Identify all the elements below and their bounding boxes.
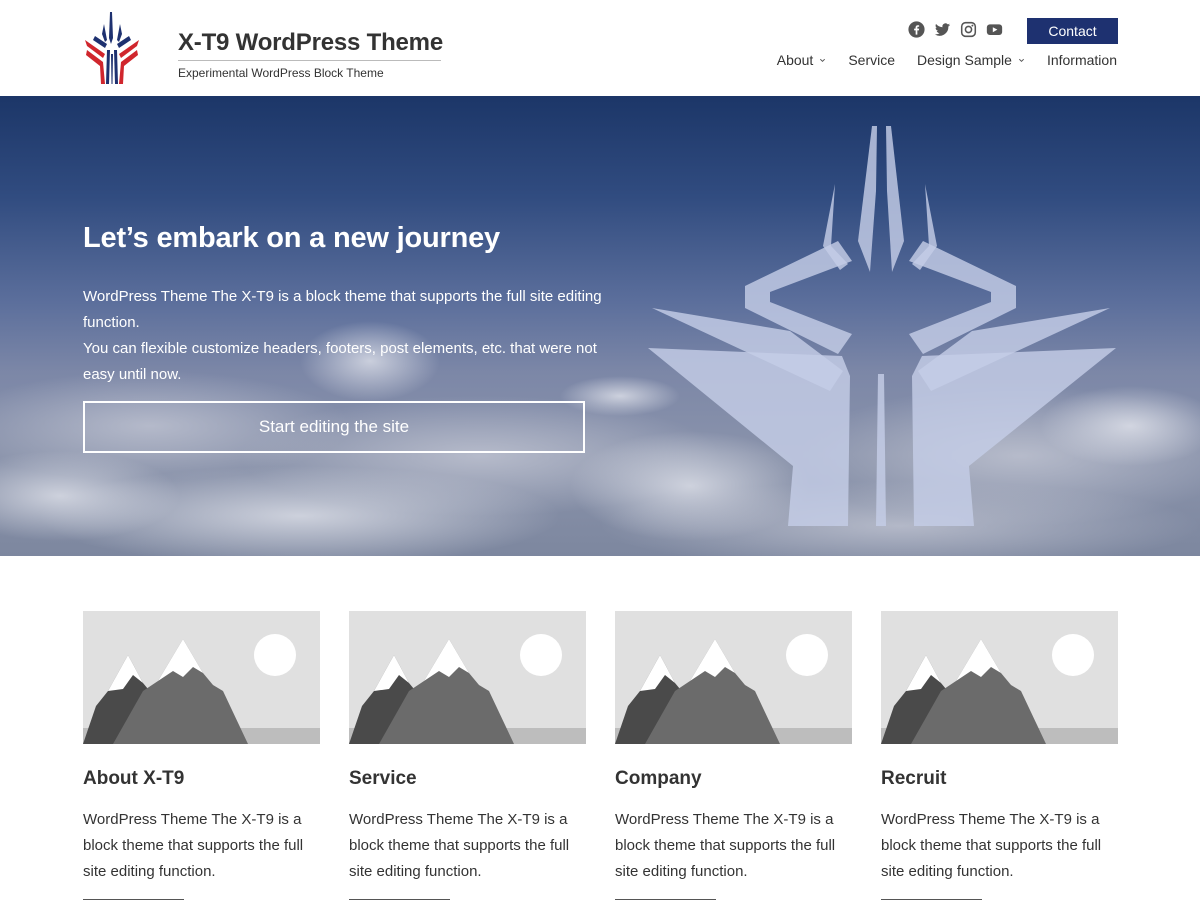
hero-text-line: You can flexible customize headers, foot… bbox=[83, 340, 597, 383]
hero-text-line: WordPress Theme The X-T9 is a block them… bbox=[83, 288, 602, 331]
placeholder-image-icon bbox=[349, 611, 586, 744]
instagram-icon[interactable] bbox=[960, 21, 977, 38]
title-divider bbox=[178, 60, 441, 61]
hero-section: Let’s embark on a new journey WordPress … bbox=[0, 96, 1200, 556]
social-links bbox=[908, 21, 1003, 38]
nav-item-about[interactable]: About bbox=[777, 51, 827, 69]
site-tagline: Experimental WordPress Block Theme bbox=[178, 66, 384, 80]
nav-item-label: Design Sample bbox=[917, 52, 1012, 68]
placeholder-image-icon bbox=[83, 611, 320, 744]
brand-text: X-T9 WordPress Theme Experimental WordPr… bbox=[178, 28, 478, 80]
contact-button[interactable]: Contact bbox=[1027, 18, 1118, 44]
nav-item-label: Service bbox=[848, 52, 896, 68]
chevron-down-icon bbox=[1018, 58, 1024, 62]
nav-item-label: About bbox=[776, 52, 814, 68]
site-header: X-T9 WordPress Theme Experimental WordPr… bbox=[0, 0, 1200, 96]
placeholder-image-icon bbox=[615, 611, 852, 744]
chevron-down-icon bbox=[820, 58, 826, 62]
card-service[interactable]: Service WordPress Theme The X-T9 is a bl… bbox=[349, 611, 586, 900]
card-title: Company bbox=[615, 768, 702, 789]
nav-item-information[interactable]: Information bbox=[1047, 51, 1117, 69]
nav-item-design-sample[interactable]: Design Sample bbox=[917, 51, 1025, 69]
youtube-icon[interactable] bbox=[986, 21, 1003, 38]
card-title: About X-T9 bbox=[83, 768, 185, 789]
main-nav: About Service Design Sample Information bbox=[777, 51, 1117, 69]
card-text: WordPress Theme The X-T9 is a block them… bbox=[83, 811, 304, 880]
hero-description: WordPress Theme The X-T9 is a block them… bbox=[83, 284, 603, 388]
nav-item-service[interactable]: Service bbox=[848, 51, 895, 69]
card-title: Recruit bbox=[881, 768, 947, 789]
card-about[interactable]: About X-T9 WordPress Theme The X-T9 is a… bbox=[83, 611, 320, 900]
feature-cards: About X-T9 WordPress Theme The X-T9 is a… bbox=[83, 611, 1118, 900]
facebook-icon[interactable] bbox=[908, 21, 925, 38]
card-recruit[interactable]: Recruit WordPress Theme The X-T9 is a bl… bbox=[881, 611, 1118, 900]
start-editing-button[interactable]: Start editing the site bbox=[83, 401, 585, 453]
site-logo-icon[interactable] bbox=[83, 10, 141, 86]
nav-item-label: Information bbox=[1046, 52, 1117, 68]
card-company[interactable]: Company WordPress Theme The X-T9 is a bl… bbox=[615, 611, 852, 900]
site-brand[interactable]: X-T9 WordPress Theme Experimental WordPr… bbox=[83, 10, 443, 86]
card-text: WordPress Theme The X-T9 is a block them… bbox=[349, 811, 570, 880]
placeholder-image-icon bbox=[881, 611, 1118, 744]
card-text: WordPress Theme The X-T9 is a block them… bbox=[615, 811, 836, 880]
card-title: Service bbox=[349, 768, 417, 789]
site-title[interactable]: X-T9 WordPress Theme bbox=[178, 28, 478, 58]
hero-title: Let’s embark on a new journey bbox=[83, 222, 500, 254]
twitter-icon[interactable] bbox=[934, 21, 951, 38]
card-text: WordPress Theme The X-T9 is a block them… bbox=[881, 811, 1102, 880]
